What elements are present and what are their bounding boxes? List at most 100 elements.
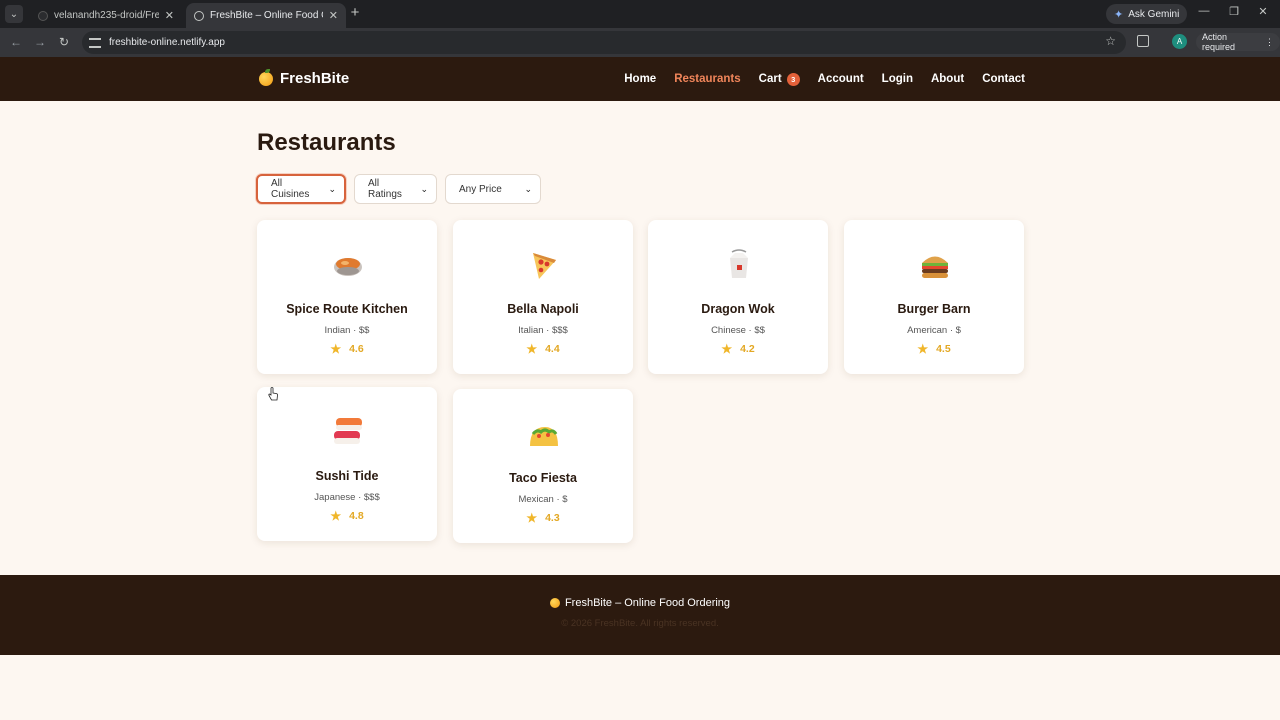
restaurant-name: Taco Fiesta xyxy=(509,471,577,485)
star-icon: ★ xyxy=(526,511,538,525)
tab-search-button[interactable]: ⌄ xyxy=(5,5,23,23)
restaurant-name: Burger Barn xyxy=(897,302,971,316)
browser-toolbar: ← → ↻ freshbite-online.netlify.app ☆ A A… xyxy=(0,28,1280,57)
nav-contact[interactable]: Contact xyxy=(982,73,1025,85)
cuisine-filter-select[interactable]: All Cuisines ⌄ xyxy=(256,174,346,204)
sushi-icon xyxy=(331,415,365,449)
back-arrow-icon[interactable]: ← xyxy=(8,34,24,50)
footer-line: FreshBite – Online Food Ordering xyxy=(0,597,1280,609)
page-title: Restaurants xyxy=(257,129,396,156)
nav-account[interactable]: Account xyxy=(818,73,864,85)
price-filter-value: Any Price xyxy=(459,183,502,195)
tab-title: FreshBite – Online Food Ordering xyxy=(210,10,323,21)
taco-icon xyxy=(527,419,561,453)
site-header: FreshBite Home Restaurants Cart 3 Accoun… xyxy=(0,57,1280,101)
forward-arrow-icon[interactable]: → xyxy=(32,34,48,50)
nav-cart[interactable]: Cart 3 xyxy=(759,72,800,86)
ask-gemini-button[interactable]: ✦ Ask Gemini xyxy=(1106,4,1188,24)
star-icon: ★ xyxy=(330,509,342,523)
chevron-down-icon: ⌄ xyxy=(420,183,428,194)
close-tab-icon[interactable]: ✕ xyxy=(329,9,338,22)
site-footer: FreshBite – Online Food Ordering © 2026 … xyxy=(0,575,1280,655)
extensions-icon[interactable] xyxy=(1137,35,1149,47)
cart-count-badge: 3 xyxy=(786,72,800,86)
brand-name: FreshBite xyxy=(280,70,350,87)
site-info-icon[interactable] xyxy=(89,37,101,48)
github-icon xyxy=(38,10,48,21)
restaurant-meta: Indian · $$ xyxy=(324,325,370,336)
restaurant-meta: Chinese · $$ xyxy=(711,325,765,336)
action-required-button[interactable]: Action required ⋮ xyxy=(1196,32,1280,52)
hand-pointer-icon xyxy=(268,387,278,401)
minimize-icon[interactable]: — xyxy=(1197,5,1211,17)
restaurant-name: Dragon Wok xyxy=(701,302,775,316)
bookmark-star-icon[interactable]: ☆ xyxy=(1105,34,1116,48)
pizza-slice-icon xyxy=(527,248,561,282)
browser-tabstrip: ⌄ velanandh235-droid/Freshbite ✕ FreshBi… xyxy=(0,0,1280,28)
new-tab-button[interactable]: + xyxy=(347,5,363,21)
restore-icon[interactable]: ❐ xyxy=(1227,5,1241,18)
nav-about[interactable]: About xyxy=(931,73,964,85)
gemini-sparkle-icon: ✦ xyxy=(1114,8,1124,21)
orange-fruit-icon xyxy=(549,598,560,608)
rating-value: 4.5 xyxy=(936,343,951,355)
restaurant-card[interactable]: Dragon Wok Chinese · $$ ★ 4.2 xyxy=(648,220,828,374)
chevron-down-icon: ⌄ xyxy=(524,183,532,194)
rating-filter-select[interactable]: All Ratings ⌄ xyxy=(354,174,437,204)
nav-home[interactable]: Home xyxy=(624,73,656,85)
restaurant-meta: Italian · $$$ xyxy=(518,325,568,336)
price-filter-select[interactable]: Any Price ⌄ xyxy=(445,174,541,204)
close-window-icon[interactable]: ✕ xyxy=(1256,5,1270,18)
footer-copyright: © 2026 FreshBite. All rights reserved. xyxy=(561,618,719,629)
cuisine-filter-value: All Cuisines xyxy=(271,178,310,200)
restaurant-rating: ★ 4.5 xyxy=(844,342,1024,356)
star-icon: ★ xyxy=(330,342,342,356)
close-tab-icon[interactable]: ✕ xyxy=(165,9,174,22)
tab-title: velanandh235-droid/Freshbite xyxy=(54,10,159,21)
nav-restaurants[interactable]: Restaurants xyxy=(674,73,740,85)
address-url: freshbite-online.netlify.app xyxy=(109,37,225,48)
rating-value: 4.4 xyxy=(545,343,560,355)
restaurant-card[interactable]: Bella Napoli Italian · $$$ ★ 4.4 xyxy=(453,220,633,374)
browser-tab-github[interactable]: velanandh235-droid/Freshbite ✕ xyxy=(30,3,182,28)
star-icon: ★ xyxy=(721,342,733,356)
restaurant-card[interactable]: Burger Barn American · $ ★ 4.5 xyxy=(844,220,1024,374)
restaurant-name: Spice Route Kitchen xyxy=(286,302,408,316)
restaurant-card[interactable]: Spice Route Kitchen Indian · $$ ★ 4.6 xyxy=(257,220,437,374)
rating-value: 4.3 xyxy=(545,512,560,524)
orange-fruit-icon xyxy=(259,68,273,86)
star-icon: ★ xyxy=(917,342,929,356)
rating-value: 4.6 xyxy=(349,343,364,355)
restaurant-card[interactable]: Sushi Tide Japanese · $$$ ★ 4.8 xyxy=(257,387,437,541)
restaurant-meta: Mexican · $ xyxy=(518,494,568,505)
restaurant-rating: ★ 4.8 xyxy=(257,509,437,523)
address-bar[interactable]: freshbite-online.netlify.app ☆ xyxy=(82,31,1126,54)
nav-login[interactable]: Login xyxy=(882,73,913,85)
burger-icon xyxy=(918,248,952,282)
restaurant-card[interactable]: Taco Fiesta Mexican · $ ★ 4.3 xyxy=(453,389,633,543)
rating-value: 4.8 xyxy=(349,510,364,522)
kebab-menu-icon[interactable]: ⋮ xyxy=(1265,37,1274,48)
curry-bowl-icon xyxy=(331,248,365,282)
main-nav: Home Restaurants Cart 3 Account Login Ab… xyxy=(624,57,1025,101)
ask-gemini-label: Ask Gemini xyxy=(1128,8,1180,20)
restaurant-rating: ★ 4.6 xyxy=(257,342,437,356)
rating-value: 4.2 xyxy=(740,343,755,355)
restaurant-name: Sushi Tide xyxy=(315,469,379,483)
reload-icon[interactable]: ↻ xyxy=(56,34,72,50)
brand-logo[interactable]: FreshBite xyxy=(259,68,350,87)
page-content: FreshBite Home Restaurants Cart 3 Accoun… xyxy=(0,57,1280,720)
footer-title: FreshBite – Online Food Ordering xyxy=(564,597,731,609)
globe-icon xyxy=(194,10,204,21)
browser-tab-freshbite[interactable]: FreshBite – Online Food Ordering ✕ xyxy=(186,3,346,28)
action-required-label: Action required xyxy=(1202,32,1236,52)
filter-bar: All Cuisines ⌄ All Ratings ⌄ Any Price ⌄ xyxy=(256,174,541,204)
profile-avatar[interactable]: A xyxy=(1172,34,1187,49)
restaurant-rating: ★ 4.4 xyxy=(453,342,633,356)
restaurant-meta: American · $ xyxy=(907,325,961,336)
restaurant-name: Bella Napoli xyxy=(507,302,579,316)
restaurant-meta: Japanese · $$$ xyxy=(314,492,380,503)
takeout-box-icon xyxy=(722,248,756,282)
star-icon: ★ xyxy=(526,342,538,356)
chevron-down-icon: ⌄ xyxy=(328,183,336,194)
